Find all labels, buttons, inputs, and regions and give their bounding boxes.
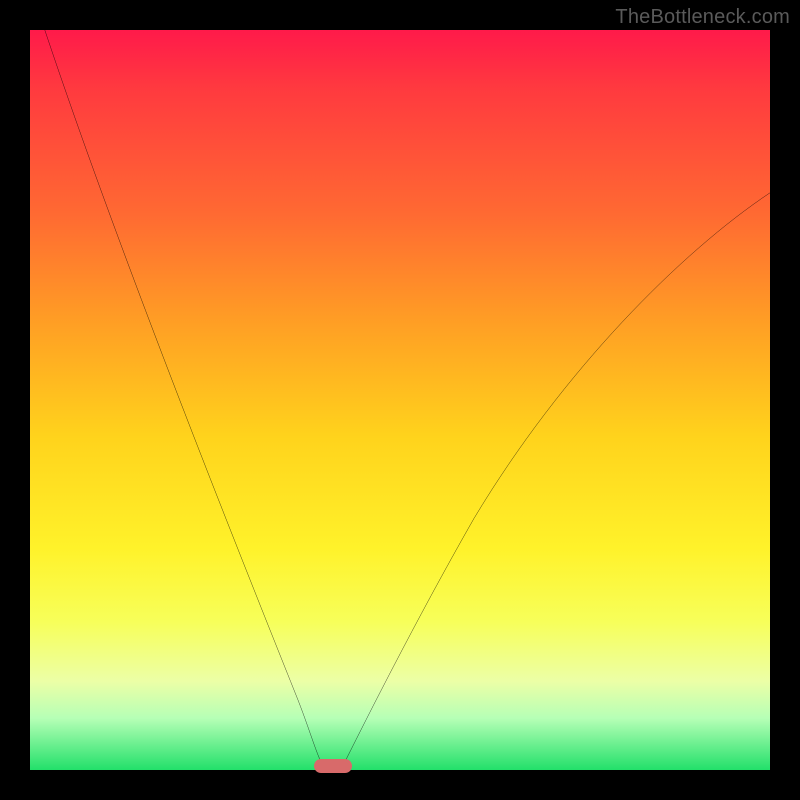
right-branch-curve: [341, 193, 770, 770]
left-branch-curve: [45, 30, 326, 770]
chart-stage: TheBottleneck.com: [0, 0, 800, 800]
bottleneck-curves: [30, 30, 770, 770]
optimal-marker: [314, 759, 352, 773]
watermark-text: TheBottleneck.com: [615, 6, 790, 29]
